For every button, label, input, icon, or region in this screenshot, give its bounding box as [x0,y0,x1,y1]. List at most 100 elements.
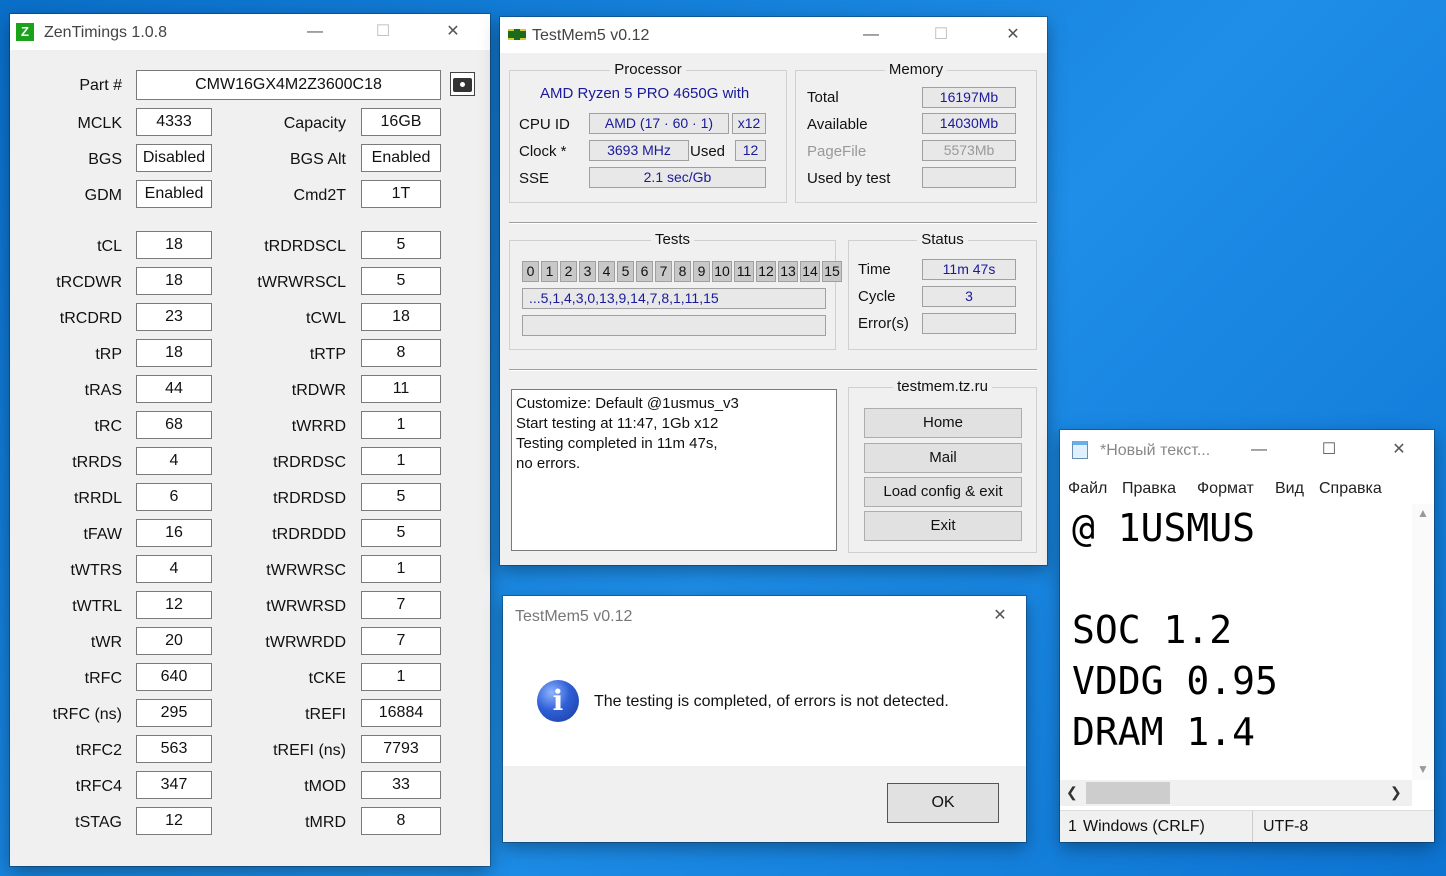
timing-label: tRCDWR [56,274,122,291]
timing-value-field[interactable]: 33 [361,771,441,799]
scroll-down-icon[interactable]: ▼ [1412,762,1434,776]
sse-label: SSE [519,170,550,187]
timing-value-field[interactable]: 44 [136,375,212,403]
timing-value-field[interactable]: 7793 [361,735,441,763]
timing-label: tWRWRSD [266,598,346,615]
timing-value-field[interactable]: 6 [136,483,212,511]
timing-label: tMRD [305,814,346,831]
menu-file[interactable]: Файл [1068,480,1107,498]
tests-group-title: Tests [650,231,694,248]
timing-value-field[interactable]: 12 [136,591,212,619]
scroll-right-icon[interactable]: ❯ [1390,784,1402,801]
minimize-button[interactable]: — [1244,438,1274,462]
screenshot-camera-icon[interactable] [450,72,475,96]
timing-value-field[interactable]: 68 [136,411,212,439]
message-dialog: TestMem5 v0.12 ✕ i The testing is comple… [503,596,1026,842]
ok-button[interactable]: OK [887,783,999,823]
timing-value-field[interactable]: 18 [136,231,212,259]
notepad-icon [1072,441,1088,459]
timing-value-field[interactable]: 4 [136,555,212,583]
available-label: Available [807,116,868,133]
log-textbox[interactable]: Customize: Default @1usmus_v3 Start test… [511,389,837,551]
memory-group-title: Memory [884,61,948,78]
timing-label: tRDRDSCL [264,238,346,255]
memory-group: Memory Total 16197Mb Available 14030Mb P… [795,61,1037,203]
horizontal-scroll-thumb[interactable] [1086,782,1170,804]
timing-value-field[interactable]: 1 [361,447,441,475]
timing-value-field[interactable]: 8 [361,339,441,367]
timing-value-field[interactable]: 4333 [136,108,212,136]
minimize-button[interactable]: — [300,20,330,44]
timing-value-field[interactable]: 16884 [361,699,441,727]
timing-value-field[interactable]: 12 [136,807,212,835]
zentimings-titlebar[interactable]: Z ZenTimings 1.0.8 — ☐ ✕ [10,14,490,50]
dialog-close-button[interactable]: ✕ [985,604,1015,628]
timing-value-field[interactable]: Disabled [136,144,212,172]
menu-help[interactable]: Справка [1319,480,1382,498]
timing-value-field[interactable]: 5 [361,267,441,295]
timing-value-field[interactable]: 640 [136,663,212,691]
part-number-field[interactable]: CMW16GX4M2Z3600C18 [136,70,441,100]
exit-button[interactable]: Exit [864,511,1022,541]
close-button[interactable]: ✕ [438,20,468,44]
testmem-titlebar[interactable]: TestMem5 v0.12 — ☐ ✕ [500,17,1047,53]
timing-value-field[interactable]: 11 [361,375,441,403]
timing-value-field[interactable]: 18 [136,339,212,367]
timing-value-field[interactable]: 1 [361,663,441,691]
timing-value-field[interactable]: 18 [136,267,212,295]
timing-value-field[interactable]: 347 [136,771,212,799]
timing-value-field[interactable]: 563 [136,735,212,763]
timing-value-field[interactable]: 295 [136,699,212,727]
total-field: 16197Mb [922,87,1016,108]
maximize-button[interactable]: ☐ [368,20,398,44]
timing-label: tWRWRSCL [257,274,346,291]
timing-label: tRDWR [291,382,346,399]
timing-value-field[interactable]: 20 [136,627,212,655]
timing-value-field[interactable]: 1T [361,180,441,208]
threads-field: x12 [732,113,766,134]
zentimings-title: ZenTimings 1.0.8 [44,24,168,41]
timing-value-field[interactable]: 1 [361,411,441,439]
timing-value-field[interactable]: Enabled [136,180,212,208]
timing-label: tRAS [84,382,122,399]
timing-value-field[interactable]: 18 [361,303,441,331]
timing-value-field[interactable]: 16 [136,519,212,547]
timing-value-field[interactable]: 5 [361,231,441,259]
timing-value-field[interactable]: 23 [136,303,212,331]
timing-label: GDM [84,187,122,204]
timing-label: tREFI [305,706,346,723]
timing-value-field[interactable]: 16GB [361,108,441,136]
menu-view[interactable]: Вид [1275,480,1304,498]
timing-label: tWTRL [72,598,122,615]
timing-value-field[interactable]: 8 [361,807,441,835]
test-cell: 9 [693,261,710,282]
home-button[interactable]: Home [864,408,1022,438]
maximize-button[interactable]: ☐ [926,23,956,47]
editor-area[interactable]: @ 1USMUS SOC 1.2 VDDG 0.95 DRAM 1.4 [1060,504,1412,780]
vertical-scrollbar[interactable]: ▲ ▼ [1412,504,1434,780]
status-encoding: UTF-8 [1263,818,1309,835]
minimize-button[interactable]: — [856,23,886,47]
timing-value-field[interactable]: 5 [361,483,441,511]
scroll-left-icon[interactable]: ❮ [1066,784,1078,801]
timing-value-field[interactable]: 1 [361,555,441,583]
mail-button[interactable]: Mail [864,443,1022,473]
timing-value-field[interactable]: 5 [361,519,441,547]
testmem-window: TestMem5 v0.12 — ☐ ✕ Processor AMD Ryzen… [500,17,1047,565]
timing-label: Cmd2T [293,187,346,204]
close-button[interactable]: ✕ [1384,438,1414,462]
editor-line: @ 1USMUS [1072,506,1256,550]
menu-format[interactable]: Формат [1197,480,1254,498]
menu-edit[interactable]: Правка [1122,480,1176,498]
close-button[interactable]: ✕ [998,23,1028,47]
scroll-up-icon[interactable]: ▲ [1412,506,1434,520]
load-config-exit-button[interactable]: Load config & exit [864,477,1022,507]
notepad-titlebar[interactable]: *Новый текст... — ☐ ✕ [1060,430,1434,466]
timing-value-field[interactable]: 7 [361,627,441,655]
timing-value-field[interactable]: 4 [136,447,212,475]
cycle-label: Cycle [858,288,896,305]
horizontal-scrollbar[interactable]: ❮ ❯ [1060,780,1412,806]
timing-value-field[interactable]: 7 [361,591,441,619]
maximize-button[interactable]: ☐ [1314,438,1344,462]
timing-value-field[interactable]: Enabled [361,144,441,172]
